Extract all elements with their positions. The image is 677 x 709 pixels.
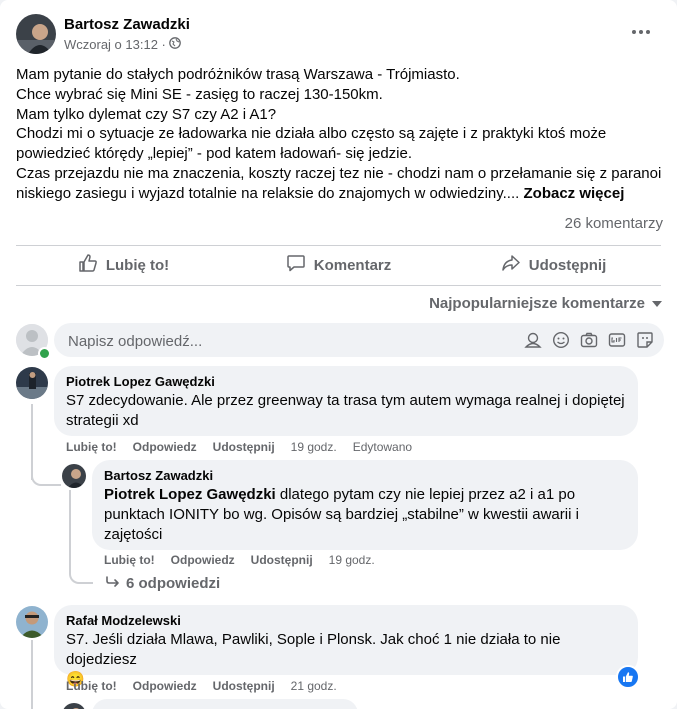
comment-like-button[interactable]: Lubię to! — [104, 553, 155, 567]
post-line: Chodzi mi o sytuacje ze ładowarka nie dz… — [16, 125, 607, 143]
replies-count: 6 odpowiedzi — [126, 575, 221, 592]
comment-bubble: Piotrek Lopez Gawędzki S7 zdecydowanie. … — [54, 366, 638, 436]
composer-toolbar — [524, 331, 654, 349]
gif-icon[interactable] — [608, 331, 626, 349]
post-card: Bartosz Zawadzki Wczoraj o 13:12 · Mam p… — [0, 0, 677, 709]
comment-line: punktach IONITY bo wg. Opisów są bardzie… — [104, 506, 579, 523]
thumbs-up-icon — [78, 253, 98, 277]
commenter-name[interactable]: Rafał Modzelewski — [66, 613, 626, 628]
like-reaction-icon[interactable] — [616, 665, 640, 689]
mention-link[interactable]: Piotrek Lopez Gawędzki — [104, 486, 276, 503]
post-line: Mam pytanie do stałych podróżników trasą… — [16, 66, 460, 83]
camera-icon[interactable] — [580, 331, 598, 349]
globe-icon — [169, 37, 181, 52]
avatar-sticker-icon[interactable] — [524, 331, 542, 349]
commenter-name[interactable]: Bartosz Zawadzki — [104, 468, 626, 483]
post-line: Czas przejazdu nie ma znaczenia, koszty … — [16, 164, 662, 182]
comment-actions: Lubię to! Odpowiedz Udostępnij 19 godz. … — [66, 440, 412, 454]
edited-label: Edytowano — [352, 440, 413, 454]
commenter-avatar[interactable] — [62, 703, 86, 709]
caret-down-icon — [651, 295, 663, 312]
comment-reply-button[interactable]: Odpowiedz — [133, 440, 197, 454]
comment-count[interactable]: 26 komentarzy — [565, 215, 663, 232]
post-actions: Lubię to! Komentarz Udostępnij — [16, 246, 661, 284]
comment-bubble: Rafał Modzelewski S7. Jeśli działa Mlawa… — [54, 605, 638, 688]
comment-like-button[interactable]: Lubię to! — [66, 679, 117, 693]
commenter-avatar[interactable] — [16, 606, 48, 638]
comment-share-button[interactable]: Udostępnij — [213, 679, 275, 693]
post-line: Mam tylko dylemat czy S7 czy A2 i A1? — [16, 105, 277, 123]
reply-bubble — [92, 699, 358, 709]
comment-button[interactable]: Komentarz — [231, 246, 446, 284]
comment-line: strategii xd — [66, 412, 139, 429]
comment-text: Piotrek Lopez Gawędzki dlatego pytam czy… — [104, 485, 626, 545]
comment-text: S7 zdecydowanie. Ale przez greenway ta t… — [66, 391, 626, 431]
reply-composer — [54, 323, 664, 359]
share-label: Udostępnij — [528, 256, 607, 274]
commenter-avatar[interactable] — [62, 464, 86, 488]
comment-icon — [286, 253, 306, 277]
commenter-avatar[interactable] — [16, 367, 48, 399]
more-options-icon[interactable] — [629, 22, 653, 42]
author-avatar[interactable] — [16, 14, 56, 54]
comment-time[interactable]: 19 godz. — [291, 440, 337, 454]
emoji-icon[interactable] — [552, 331, 570, 349]
post-line: powiedzieć którędy „lepiej” - pod katem … — [16, 145, 413, 163]
post-time[interactable]: Wczoraj o 13:12 · — [64, 37, 166, 52]
comment-share-button[interactable]: Udostępnij — [213, 440, 275, 454]
sticker-icon[interactable] — [636, 331, 654, 349]
post-author-name[interactable]: Bartosz Zawadzki — [64, 16, 190, 33]
commenter-name[interactable]: Piotrek Lopez Gawędzki — [66, 374, 626, 389]
post-line-last: niskiego zasiegu i wyjazd totalnie na re… — [16, 184, 666, 204]
like-button[interactable]: Lubię to! — [16, 246, 231, 284]
share-button[interactable]: Udostępnij — [446, 246, 661, 284]
comment-time[interactable]: 21 godz. — [291, 679, 337, 693]
comment-line: zajętości — [104, 526, 163, 543]
comment-share-button[interactable]: Udostępnij — [251, 553, 313, 567]
online-status-dot — [38, 347, 51, 360]
thread-line — [69, 490, 71, 566]
comment-sort-dropdown[interactable]: Najpopularniejsze komentarze — [429, 295, 663, 312]
comment-time[interactable]: 19 godz. — [329, 553, 375, 567]
divider — [16, 285, 661, 286]
comment-actions: Lubię to! Odpowiedz Udostępnij 21 godz. — [66, 679, 337, 693]
post-line: niskiego zasiegu i wyjazd totalnie na re… — [16, 184, 520, 202]
see-more-link[interactable]: Zobacz więcej — [524, 185, 625, 202]
post-header: Bartosz Zawadzki Wczoraj o 13:12 · — [16, 14, 661, 56]
reply-arrow-icon — [106, 575, 120, 592]
comment-line: Piotrek Lopez Gawędzki dlatego pytam czy… — [104, 485, 626, 505]
thread-line-curve — [31, 472, 61, 486]
thread-line — [31, 404, 33, 480]
view-replies-link[interactable]: 6 odpowiedzi — [106, 575, 220, 592]
comment-actions: Lubię to! Odpowiedz Udostępnij 19 godz. — [104, 553, 375, 567]
reply-input[interactable] — [66, 323, 510, 359]
comment-line: S7. Jeśli działa Mlawa, Pawliki, Sople i… — [66, 631, 561, 668]
comment-reply-button[interactable]: Odpowiedz — [171, 553, 235, 567]
reply-bubble: Bartosz Zawadzki Piotrek Lopez Gawędzki … — [92, 460, 638, 550]
comment-reply-button[interactable]: Odpowiedz — [133, 679, 197, 693]
comment-line-rest: dlatego pytam czy nie lepiej przez a2 i … — [275, 486, 576, 503]
comment-label: Komentarz — [313, 256, 392, 274]
sort-label: Najpopularniejsze komentarze — [429, 295, 645, 312]
post-body: Mam pytanie do stałych podróżników trasą… — [16, 65, 666, 204]
comment-like-button[interactable]: Lubię to! — [66, 440, 117, 454]
thread-line — [31, 640, 33, 709]
like-label: Lubię to! — [105, 256, 170, 274]
comment-line: S7 zdecydowanie. Ale przez greenway ta t… — [66, 392, 625, 409]
share-icon — [501, 253, 521, 277]
post-line: Chce wybrać się Mini SE - zasięg to racz… — [16, 85, 383, 103]
post-meta: Wczoraj o 13:12 · — [64, 37, 181, 52]
thread-line-curve — [69, 560, 93, 584]
